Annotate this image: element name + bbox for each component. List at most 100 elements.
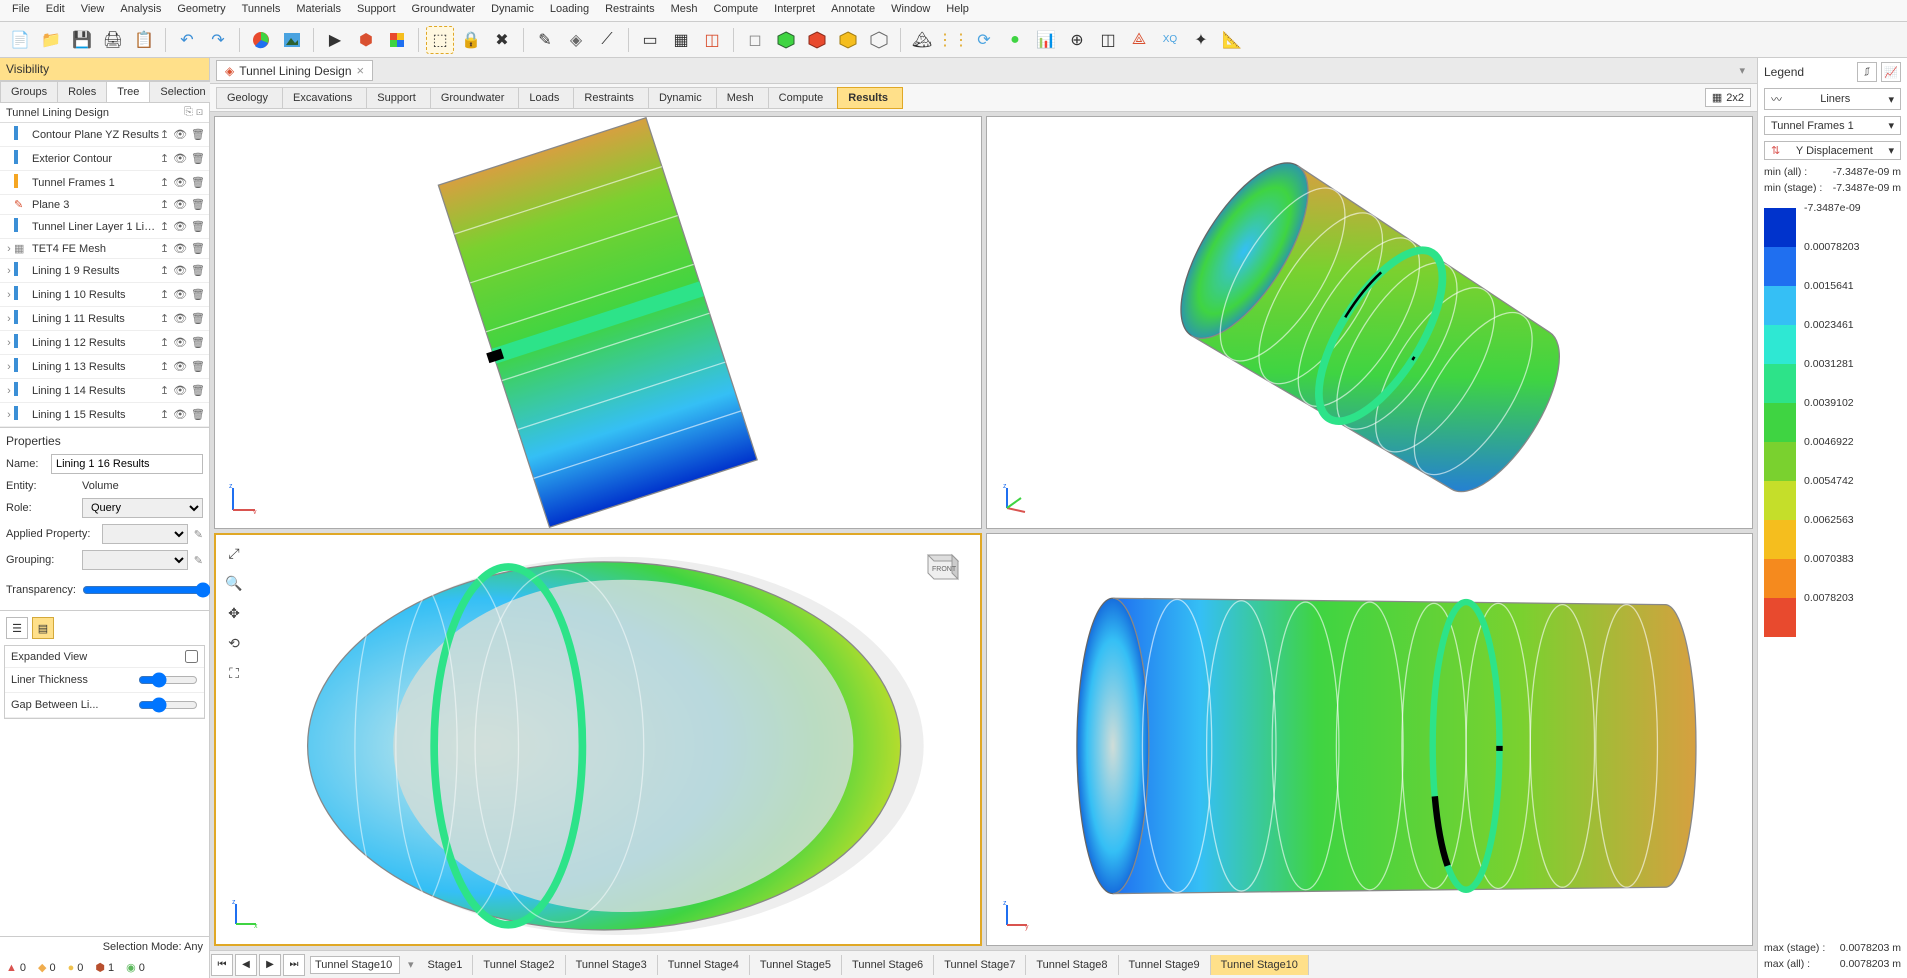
crumb-restraints[interactable]: Restraints — [573, 87, 649, 109]
delete-icon[interactable]: 🗑 — [191, 152, 205, 165]
move-up-icon[interactable]: ↥ — [160, 288, 169, 301]
expanded-view-checkbox[interactable] — [185, 650, 198, 663]
xq-icon[interactable]: XQ — [1156, 26, 1184, 54]
stage-tab[interactable]: Tunnel Stage9 — [1119, 955, 1211, 975]
tree-item[interactable]: ›▦TET4 FE Mesh↥👁🗑 — [0, 239, 209, 259]
crumb-excavations[interactable]: Excavations — [282, 87, 367, 109]
image-icon[interactable] — [278, 26, 306, 54]
surface-icon[interactable]: 🏔 — [908, 26, 936, 54]
menu-restraints[interactable]: Restraints — [597, 0, 663, 21]
crumb-dynamic[interactable]: Dynamic — [648, 87, 717, 109]
view-cube[interactable]: FRONT — [918, 545, 962, 585]
menu-window[interactable]: Window — [883, 0, 938, 21]
layers-icon[interactable]: ◈ — [562, 26, 590, 54]
delete-icon[interactable]: 🗑 — [191, 288, 205, 301]
delete-icon[interactable]: 🗑 — [191, 242, 205, 255]
stage-tab[interactable]: Tunnel Stage3 — [566, 955, 658, 975]
dim-icon[interactable]: 📐 — [1218, 26, 1246, 54]
delete-icon[interactable]: 🗑 — [191, 360, 205, 373]
move-up-icon[interactable]: ↥ — [160, 360, 169, 373]
refresh-icon[interactable]: ⟳ — [970, 26, 998, 54]
tree-item[interactable]: ›Lining 1 10 Results↥👁🗑 — [0, 283, 209, 307]
move-up-icon[interactable]: ↥ — [160, 264, 169, 277]
metric-dropdown[interactable]: ⇅ Y Displacement ▾ — [1764, 141, 1901, 160]
color-cube2-icon[interactable] — [803, 26, 831, 54]
move-up-icon[interactable]: ↥ — [160, 128, 169, 141]
edit-applied-icon[interactable]: ✎ — [194, 528, 203, 541]
save-icon[interactable]: 💾 — [68, 26, 96, 54]
grouping-select[interactable] — [82, 550, 188, 570]
delete-icon[interactable]: 🗑 — [191, 198, 205, 211]
legend-settings-icon[interactable]: ⎎ — [1857, 62, 1877, 82]
crumb-groundwater[interactable]: Groundwater — [430, 87, 520, 109]
expand-icon[interactable]: › — [4, 409, 14, 421]
menu-geometry[interactable]: Geometry — [169, 0, 233, 21]
tab-selection[interactable]: Selection — [149, 81, 216, 102]
move-up-icon[interactable]: ↥ — [160, 312, 169, 325]
expand-icon[interactable]: › — [4, 385, 14, 397]
crumb-results[interactable]: Results — [837, 87, 903, 109]
print-icon[interactable]: 🖨 — [99, 26, 127, 54]
points-icon[interactable]: ⋮⋮ — [939, 26, 967, 54]
rotate-icon[interactable]: ⟲ — [222, 631, 246, 655]
tree-header-icons[interactable]: ⎘ ⊡ — [184, 106, 203, 119]
expand-icon[interactable]: › — [4, 337, 14, 349]
pan-icon[interactable]: ✥ — [222, 601, 246, 625]
crumb-loads[interactable]: Loads — [518, 87, 574, 109]
grid-icon[interactable]: ▦ — [667, 26, 695, 54]
stage-first-icon[interactable]: ⏮ — [211, 954, 233, 976]
tree-item[interactable]: ›Lining 1 14 Results↥👁🗑 — [0, 379, 209, 403]
liners-dropdown[interactable]: 〰 Liners ▾ — [1764, 88, 1901, 110]
move-up-icon[interactable]: ↥ — [160, 336, 169, 349]
detail-view-icon[interactable]: ▤ — [32, 617, 54, 639]
redo-icon[interactable]: ↷ — [204, 26, 232, 54]
tree-item[interactable]: ›Lining 1 15 Results↥👁🗑 — [0, 403, 209, 427]
crumb-mesh[interactable]: Mesh — [716, 87, 769, 109]
expand-icon[interactable]: › — [4, 265, 14, 277]
pointer-icon[interactable]: ▶ — [321, 26, 349, 54]
select-box-icon[interactable]: ⬚ — [426, 26, 454, 54]
open-folder-icon[interactable]: 📁 — [37, 26, 65, 54]
eye-icon[interactable]: 👁 — [173, 152, 187, 165]
tree-item[interactable]: ›Lining 1 12 Results↥👁🗑 — [0, 331, 209, 355]
axes-icon[interactable]: ✦ — [1187, 26, 1215, 54]
tree-item[interactable]: Exterior Contour↥👁🗑 — [0, 147, 209, 171]
crumb-compute[interactable]: Compute — [768, 87, 839, 109]
applied-select[interactable] — [102, 524, 188, 544]
menu-file[interactable]: File — [4, 0, 38, 21]
stage-last-icon[interactable]: ⏭ — [283, 954, 305, 976]
hexagon-icon[interactable]: ⬢ — [352, 26, 380, 54]
funnel-icon[interactable]: ⟁ — [1125, 26, 1153, 54]
eye-icon[interactable]: 👁 — [173, 176, 187, 189]
expand-icon[interactable]: › — [4, 313, 14, 325]
stage-tab[interactable]: Stage1 — [418, 955, 474, 975]
select-lock-icon[interactable]: 🔒 — [457, 26, 485, 54]
edit-grouping-icon[interactable]: ✎ — [194, 554, 203, 567]
expand-icon[interactable]: › — [4, 243, 14, 255]
expand-icon[interactable]: ⛶ — [222, 661, 246, 685]
menu-compute[interactable]: Compute — [706, 0, 767, 21]
move-up-icon[interactable]: ↥ — [160, 152, 169, 165]
menu-mesh[interactable]: Mesh — [663, 0, 706, 21]
move-up-icon[interactable]: ↥ — [160, 242, 169, 255]
name-input[interactable] — [51, 454, 203, 474]
gap-between-slider[interactable] — [138, 697, 198, 713]
cube-outline-icon[interactable]: ◫ — [1094, 26, 1122, 54]
liner-thickness-slider[interactable] — [138, 672, 198, 688]
eye-icon[interactable]: 👁 — [173, 198, 187, 211]
tree-item[interactable]: ›Lining 1 9 Results↥👁🗑 — [0, 259, 209, 283]
eye-icon[interactable]: 👁 — [173, 384, 187, 397]
delete-icon[interactable]: 🗑 — [191, 264, 205, 277]
stage-tab[interactable]: Tunnel Stage8 — [1026, 955, 1118, 975]
wireframe-cube-icon[interactable]: ◻ — [741, 26, 769, 54]
expand-icon[interactable]: › — [4, 361, 14, 373]
tab-tree[interactable]: Tree — [106, 81, 150, 102]
expand-icon[interactable]: › — [4, 289, 14, 301]
doc-icon[interactable]: 📋 — [130, 26, 158, 54]
stage-tab[interactable]: Tunnel Stage4 — [658, 955, 750, 975]
eye-icon[interactable]: 👁 — [173, 264, 187, 277]
pen-icon[interactable]: ✎ — [531, 26, 559, 54]
viewport-bottom-right[interactable]: zy — [986, 533, 1754, 946]
multicube-icon[interactable]: ◫ — [698, 26, 726, 54]
menu-interpret[interactable]: Interpret — [766, 0, 823, 21]
